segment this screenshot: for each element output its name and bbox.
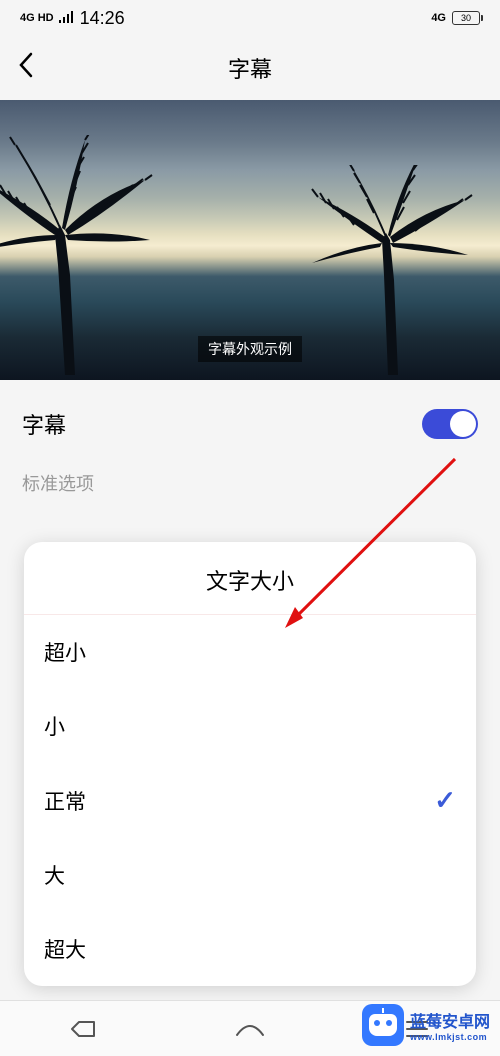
- option-extra-large[interactable]: 超大: [24, 912, 476, 986]
- option-label: 正常: [44, 786, 86, 816]
- watermark: 蓝莓安卓网 www.lmkjst.com: [362, 1004, 490, 1046]
- toggle-knob: [450, 411, 476, 437]
- subtitle-toggle-row: 字幕: [22, 408, 478, 440]
- option-normal[interactable]: 正常 ✓: [24, 763, 476, 838]
- back-button[interactable]: [18, 52, 34, 85]
- nav-home-icon: [235, 1021, 265, 1037]
- watermark-sub: www.lmkjst.com: [410, 1032, 490, 1042]
- option-label: 小: [44, 711, 65, 741]
- option-small[interactable]: 小: [24, 689, 476, 763]
- subtitle-preview: 字幕外观示例: [0, 100, 500, 380]
- nav-back[interactable]: [0, 1019, 167, 1039]
- check-icon: ✓: [434, 785, 456, 816]
- option-label: 超小: [44, 637, 86, 667]
- popup-title: 文字大小: [24, 542, 476, 614]
- battery-indicator: 30: [452, 11, 480, 25]
- page-title: 字幕: [228, 52, 272, 84]
- battery-icon: 30: [452, 11, 480, 25]
- chevron-left-icon: [18, 52, 34, 78]
- palm-decoration-right: [300, 165, 480, 375]
- watermark-main: 蓝莓安卓网: [410, 1008, 490, 1032]
- settings-area: 字幕 标准选项: [0, 380, 500, 524]
- header: 字幕: [0, 36, 500, 100]
- palm-decoration-left: [0, 135, 170, 375]
- nav-back-icon: [69, 1019, 97, 1039]
- watermark-icon: [362, 1004, 404, 1046]
- option-extra-small[interactable]: 超小: [24, 615, 476, 689]
- signal-indicator: 4G HD: [20, 12, 54, 24]
- subtitle-example-text: 字幕外观示例: [198, 336, 302, 362]
- nav-home[interactable]: [167, 1021, 334, 1037]
- option-label: 大: [44, 860, 65, 890]
- option-label: 超大: [44, 934, 86, 964]
- network-indicator: 4G: [431, 12, 446, 24]
- option-large[interactable]: 大: [24, 838, 476, 912]
- font-size-popup: 文字大小 超小 小 正常 ✓ 大 超大: [24, 542, 476, 986]
- signal-bars-icon: [58, 11, 76, 25]
- subtitle-toggle-label: 字幕: [22, 408, 66, 440]
- status-left: 4G HD 14:26: [20, 8, 125, 29]
- status-right: 4G 30: [431, 11, 480, 25]
- status-bar: 4G HD 14:26 4G 30: [0, 0, 500, 36]
- section-label: 标准选项: [22, 470, 478, 496]
- clock: 14:26: [80, 8, 125, 29]
- watermark-text: 蓝莓安卓网 www.lmkjst.com: [410, 1008, 490, 1042]
- subtitle-toggle[interactable]: [422, 409, 478, 439]
